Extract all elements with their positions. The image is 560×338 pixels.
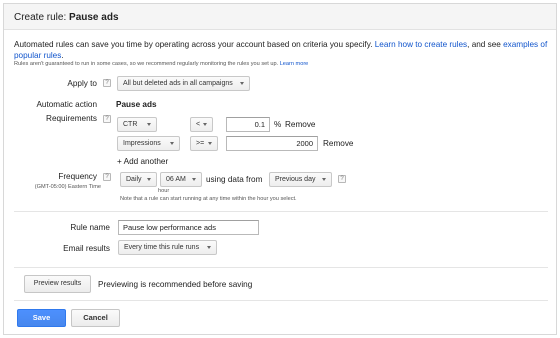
note-text: Rules aren't guaranteed to run in some c… xyxy=(14,61,279,67)
operator-value: >= xyxy=(196,140,205,147)
operator-value: < xyxy=(196,121,201,128)
intro-note: Rules aren't guaranteed to run in some c… xyxy=(14,61,308,67)
preview-results-button[interactable]: Preview results xyxy=(24,275,91,293)
apply-to-label: Apply to xyxy=(67,79,97,88)
chevron-down-icon xyxy=(170,142,174,145)
remove-requirement-link[interactable]: Remove xyxy=(323,139,354,148)
frequency-note: Note that a rule can start running at an… xyxy=(120,196,297,202)
chevron-down-icon xyxy=(322,178,326,181)
timezone-label: (GMT-05:00) Eastern Time xyxy=(34,184,101,190)
page-title: Create rule: Pause ads xyxy=(14,12,119,23)
email-results-label: Email results xyxy=(63,244,110,253)
intro-connector: , and see xyxy=(467,40,501,49)
remove-requirement-link[interactable]: Remove xyxy=(285,120,316,129)
time-value: 06 AM xyxy=(166,176,186,183)
requirement-metric-dropdown[interactable]: CTR xyxy=(117,117,157,132)
email-results-dropdown[interactable]: Every time this rule runs xyxy=(118,240,217,255)
frequency-help-icon[interactable]: ? xyxy=(103,173,111,181)
metric-value: CTR xyxy=(123,121,138,128)
intro-sentence: Automated rules can save you time by ope… xyxy=(14,40,373,49)
frequency-label: Frequency xyxy=(58,172,97,181)
requirement-value-input[interactable]: 2000 xyxy=(226,136,318,151)
requirement-metric-dropdown[interactable]: Impressions xyxy=(117,136,180,151)
preview-recommendation-text: Previewing is recommended before saving xyxy=(98,280,253,289)
frequency-time-dropdown[interactable]: 06 AM xyxy=(160,172,202,187)
rule-name-label: Rule name xyxy=(70,223,110,232)
period-value: Daily xyxy=(126,176,142,183)
intro-text: Automated rules can save you time by ope… xyxy=(14,39,554,61)
requirement-operator-dropdown[interactable]: >= xyxy=(190,136,218,151)
dialog-header: Create rule: Pause ads xyxy=(4,4,556,30)
chevron-down-icon xyxy=(147,178,151,181)
using-data-from-text: using data from xyxy=(206,175,263,184)
cancel-button[interactable]: Cancel xyxy=(71,309,120,327)
title-prefix: Create rule: xyxy=(14,12,70,23)
requirements-label: Requirements xyxy=(46,114,97,123)
learn-more-link[interactable]: Learn more xyxy=(280,61,309,67)
apply-to-dropdown[interactable]: All but deleted ads in all campaigns xyxy=(117,76,250,91)
chevron-down-icon xyxy=(207,246,211,249)
data-range-help-icon[interactable]: ? xyxy=(338,175,346,183)
apply-to-help-icon[interactable]: ? xyxy=(103,79,111,87)
metric-value: Impressions xyxy=(123,140,161,147)
rule-dialog: Create rule: Pause ads Automated rules c… xyxy=(3,3,557,335)
rule-name-input[interactable]: Pause low performance ads xyxy=(118,220,259,235)
email-results-value: Every time this rule runs xyxy=(124,244,200,251)
chevron-down-icon xyxy=(208,142,212,145)
chevron-down-icon xyxy=(192,178,196,181)
chevron-down-icon xyxy=(147,123,151,126)
divider xyxy=(14,267,548,268)
title-rule-type: Pause ads xyxy=(69,12,119,23)
automatic-action-label: Automatic action xyxy=(36,100,97,109)
chevron-down-icon xyxy=(240,82,244,85)
data-range-value: Previous day xyxy=(275,176,316,183)
requirements-help-icon[interactable]: ? xyxy=(103,115,111,123)
automatic-action-value: Pause ads xyxy=(116,100,157,109)
divider xyxy=(14,300,548,301)
requirement-value-input[interactable]: 0.1 xyxy=(226,117,270,132)
learn-how-link[interactable]: Learn how to create rules xyxy=(375,40,467,49)
divider xyxy=(14,211,548,212)
requirement-operator-dropdown[interactable]: < xyxy=(190,117,213,132)
apply-to-value: All but deleted ads in all campaigns xyxy=(123,80,233,87)
intro-end: . xyxy=(61,51,64,60)
add-another-link[interactable]: + Add another xyxy=(117,157,168,166)
time-caption: hour xyxy=(158,188,170,194)
data-range-dropdown[interactable]: Previous day xyxy=(269,172,332,187)
save-button[interactable]: Save xyxy=(17,309,66,327)
chevron-down-icon xyxy=(203,123,207,126)
percent-unit: % xyxy=(274,120,282,129)
frequency-period-dropdown[interactable]: Daily xyxy=(120,172,157,187)
